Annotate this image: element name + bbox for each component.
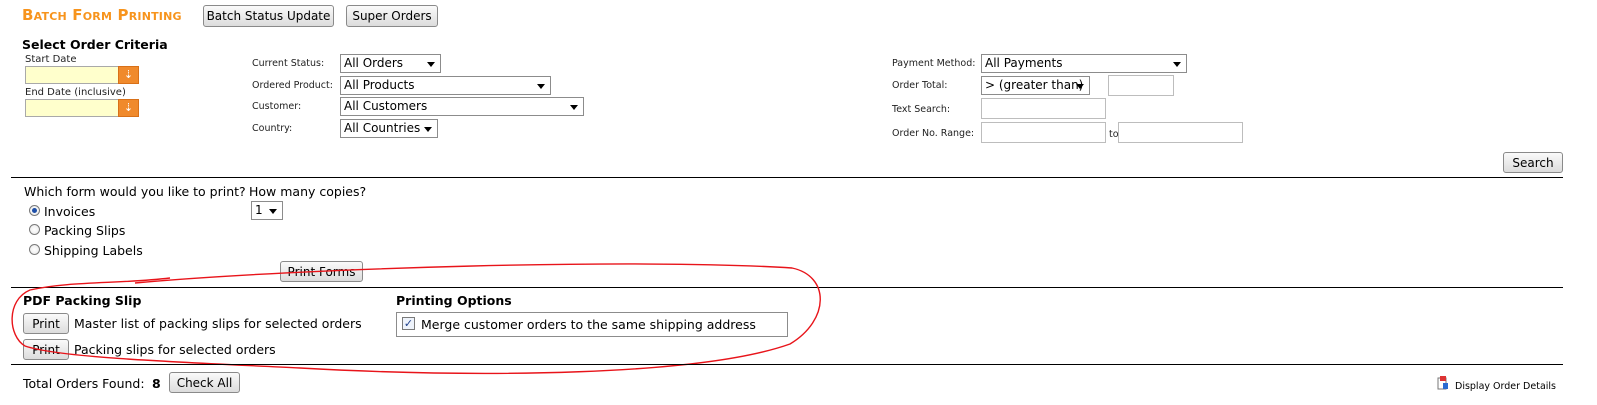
total-orders-count: 8 — [152, 376, 161, 391]
divider — [11, 364, 1563, 365]
check-all-button[interactable]: Check All — [169, 372, 240, 393]
display-order-details-link[interactable]: Display Order Details — [1455, 381, 1556, 392]
order-details-icon[interactable] — [1437, 376, 1449, 390]
red-annotation-circle — [11, 263, 821, 375]
total-orders-label: Total Orders Found: — [23, 376, 145, 391]
